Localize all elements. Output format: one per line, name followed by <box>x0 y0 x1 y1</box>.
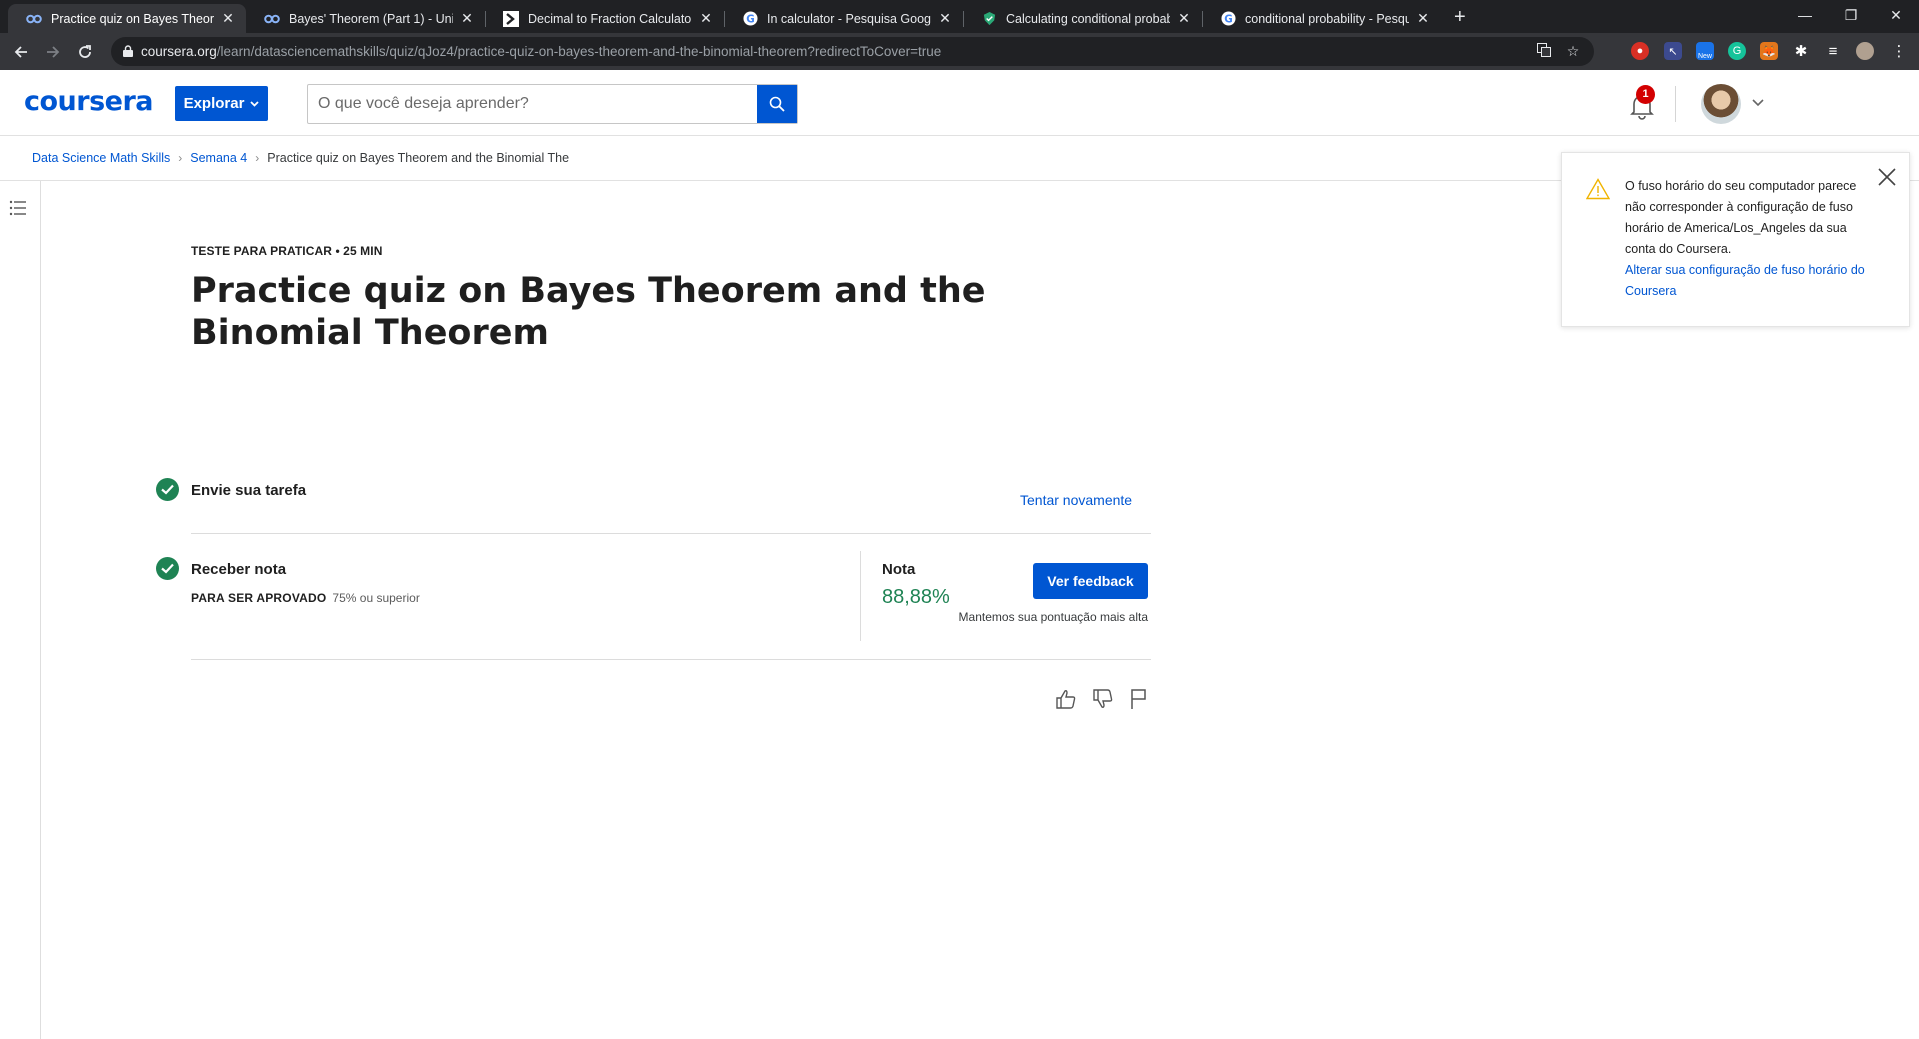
avatar[interactable] <box>1701 84 1741 124</box>
passing-requirement: PARA SER APROVADO 75% ou superior <box>191 591 420 605</box>
translate-icon[interactable] <box>1535 43 1553 61</box>
pass-value: 75% ou superior <box>332 591 420 605</box>
chevron-down-icon <box>250 100 260 107</box>
profile-icon[interactable] <box>1856 42 1874 60</box>
coursera-favicon-icon <box>264 11 280 27</box>
item-type-label: TESTE PARA PRATICAR • 25 MIN <box>191 244 383 258</box>
chevron-right-icon: › <box>255 151 260 165</box>
flag-icon[interactable] <box>1128 688 1150 710</box>
timezone-notice: O fuso horário do seu computador parece … <box>1561 152 1910 327</box>
explore-button[interactable]: Explorar <box>175 86 268 121</box>
breadcrumb-current: Practice quiz on Bayes Theorem and the B… <box>267 151 570 165</box>
browser-tab-6[interactable]: G conditional probability - Pesquis ✕ <box>1202 4 1441 33</box>
calculator-favicon-icon <box>503 10 519 27</box>
close-icon[interactable] <box>1876 166 1898 188</box>
minimize-icon[interactable]: — <box>1782 2 1828 28</box>
new-tab-icon[interactable]: + <box>1454 6 1466 29</box>
google-favicon-icon: G <box>1220 11 1236 27</box>
search-icon <box>769 96 785 112</box>
site-header: coursera Explorar 1 <box>0 70 1919 136</box>
grammarly-icon[interactable]: G <box>1728 42 1746 60</box>
search-button[interactable] <box>757 85 797 123</box>
coursera-favicon-icon <box>26 11 42 27</box>
course-outline-list-icon[interactable] <box>9 199 27 217</box>
browser-tab-4[interactable]: G In calculator - Pesquisa Google ✕ <box>724 4 963 33</box>
extension-new-icon[interactable]: New <box>1696 42 1714 60</box>
google-favicon-icon: G <box>742 11 758 27</box>
reading-list-icon[interactable]: ≡ <box>1824 42 1842 60</box>
warning-icon <box>1586 178 1610 200</box>
menu-kebab-icon[interactable]: ⋮ <box>1890 42 1908 60</box>
breadcrumb-course-link[interactable]: Data Science Math Skills <box>32 151 170 165</box>
browser-tab-2[interactable]: Bayes' Theorem (Part 1) - Univer ✕ <box>246 4 485 33</box>
tab-title: Practice quiz on Bayes Theorem a <box>51 11 214 26</box>
grade-step-title: Receber nota <box>191 561 287 578</box>
notification-badge: 1 <box>1636 85 1655 104</box>
section-divider <box>191 533 1151 534</box>
reload-icon[interactable] <box>73 40 97 64</box>
tab-title: In calculator - Pesquisa Google <box>767 11 931 26</box>
extensions-puzzle-icon[interactable]: ✱ <box>1792 42 1810 60</box>
search-input[interactable] <box>308 85 757 123</box>
check-circle-icon <box>156 557 179 580</box>
breadcrumb-week-link[interactable]: Semana 4 <box>190 151 247 165</box>
browser-tab-5[interactable]: Calculating conditional probabili ✕ <box>963 4 1202 33</box>
explore-label: Explorar <box>183 95 245 112</box>
tab-title: conditional probability - Pesquis <box>1245 11 1409 26</box>
lock-icon[interactable] <box>123 45 133 57</box>
thumbs-down-icon[interactable] <box>1092 688 1114 710</box>
highest-score-note: Mantemos sua pontuação mais alta <box>958 610 1148 624</box>
tab-title: Calculating conditional probabili <box>1006 11 1170 26</box>
timezone-settings-link[interactable]: Alterar sua configuração de fuso horário… <box>1625 260 1885 302</box>
url-text[interactable]: coursera.org/learn/datasciencemathskills… <box>141 44 941 59</box>
section-divider <box>191 659 1151 660</box>
coursera-logo[interactable]: coursera <box>24 86 154 117</box>
page-title: Practice quiz on Bayes Theorem and the B… <box>191 271 986 353</box>
submit-step-title: Envie sua tarefa <box>191 482 307 499</box>
thumbs-up-icon[interactable] <box>1055 688 1077 710</box>
forward-icon[interactable] <box>41 40 65 64</box>
address-bar[interactable]: coursera.org/learn/datasciencemathskills… <box>111 37 1594 66</box>
timezone-message: O fuso horário do seu computador parece … <box>1625 179 1857 256</box>
pass-label: PARA SER APROVADO <box>191 591 327 605</box>
tab-title: Bayes' Theorem (Part 1) - Univer <box>289 11 453 26</box>
search-box <box>307 84 798 124</box>
bookmark-star-icon[interactable]: ☆ <box>1564 43 1582 61</box>
header-divider <box>1675 86 1676 122</box>
shield-favicon-icon <box>981 11 997 27</box>
extension-red-icon[interactable]: ● <box>1631 42 1649 60</box>
extension-cursor-icon[interactable]: ↖ <box>1664 42 1682 60</box>
back-icon[interactable] <box>9 40 33 64</box>
tab-title: Decimal to Fraction Calculator <box>528 11 692 26</box>
retry-link[interactable]: Tentar novamente <box>1020 492 1132 508</box>
grade-value: 88,88% <box>882 586 950 608</box>
restore-icon[interactable]: ❐ <box>1828 2 1874 28</box>
close-tab-icon[interactable]: ✕ <box>1176 10 1192 27</box>
breadcrumb: Data Science Math Skills › Semana 4 › Pr… <box>32 151 569 165</box>
grade-divider <box>860 551 861 641</box>
close-tab-icon[interactable]: ✕ <box>1415 10 1431 27</box>
close-tab-icon[interactable]: ✕ <box>220 10 236 27</box>
view-feedback-button[interactable]: Ver feedback <box>1033 563 1148 599</box>
browser-toolbar: coursera.org/learn/datasciencemathskills… <box>0 33 1919 70</box>
close-tab-icon[interactable]: ✕ <box>698 10 714 27</box>
chevron-right-icon: › <box>178 151 183 165</box>
browser-tab-strip: Practice quiz on Bayes Theorem a ✕ Bayes… <box>0 0 1919 33</box>
close-tab-icon[interactable]: ✕ <box>937 10 953 27</box>
browser-tab-3[interactable]: Decimal to Fraction Calculator ✕ <box>485 4 724 33</box>
svg-text:G: G <box>746 13 754 25</box>
browser-tab-1[interactable]: Practice quiz on Bayes Theorem a ✕ <box>8 4 246 33</box>
check-circle-icon <box>156 478 179 501</box>
close-window-icon[interactable]: ✕ <box>1873 2 1919 28</box>
grade-label: Nota <box>882 561 916 578</box>
chevron-down-icon[interactable] <box>1752 96 1764 110</box>
left-rail <box>0 181 41 1039</box>
close-tab-icon[interactable]: ✕ <box>459 10 475 27</box>
metamask-icon[interactable]: 🦊 <box>1760 42 1778 60</box>
svg-text:G: G <box>1224 13 1232 25</box>
